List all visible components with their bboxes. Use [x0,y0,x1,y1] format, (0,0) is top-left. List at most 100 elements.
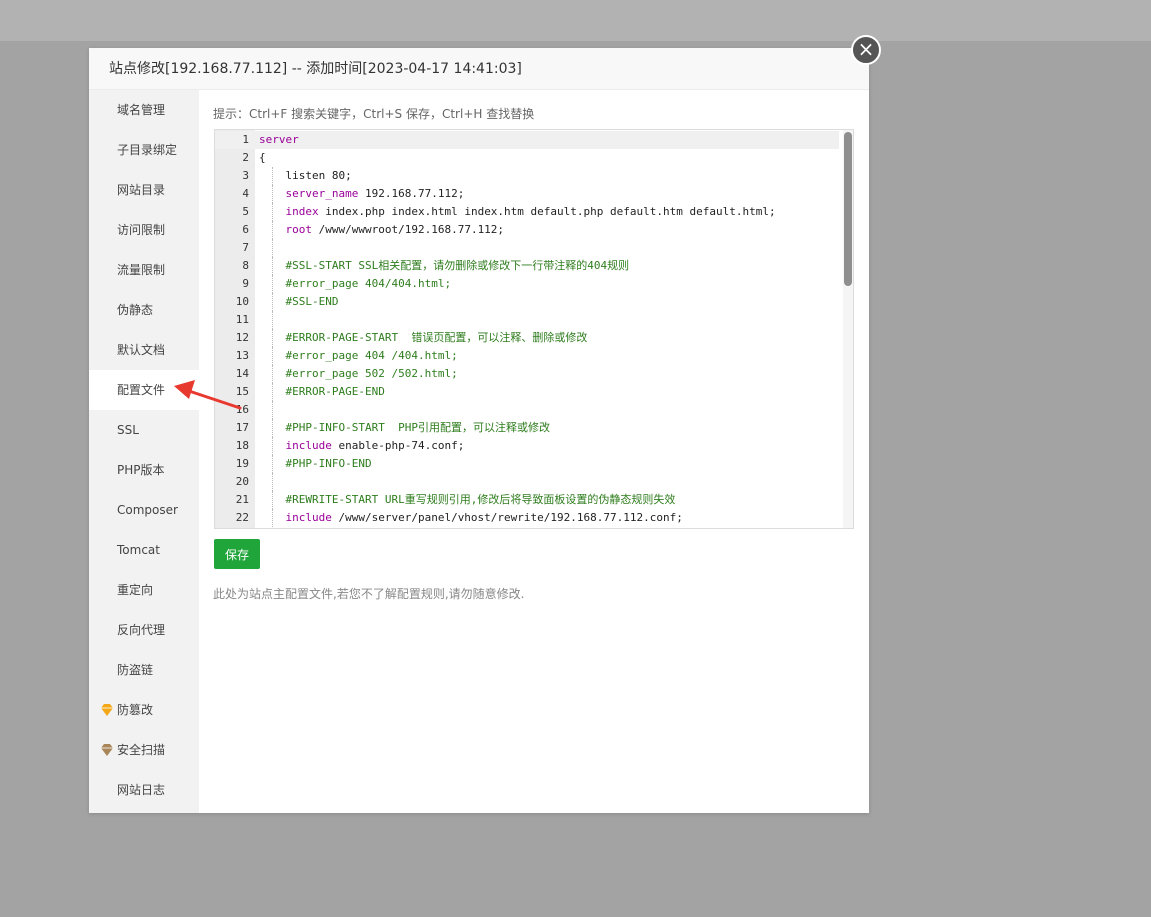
code-line[interactable]: 14 #error_page 502 /502.html; [215,365,839,383]
indent-guide [272,275,273,293]
config-warning-note: 此处为站点主配置文件,若您不了解配置规则,请勿随意修改. [213,587,525,601]
code-line[interactable]: 10 #SSL-END [215,293,839,311]
line-number: 14 [235,367,249,380]
indent-guide [272,455,273,473]
code-comment: #SSL-END [285,295,339,308]
close-icon: × [857,37,875,61]
code-keyword: index [285,205,319,218]
sidebar-item-label: Composer [117,503,178,517]
code-text: #ERROR-PAGE-START 错误页配置，可以注释、删除或修改 [259,329,588,347]
line-number: 17 [235,421,249,434]
line-number: 2 [242,151,249,164]
sidebar-item[interactable]: 默认文档 [89,330,199,370]
code-token: /www/server/panel/vhost/rewrite/192.168.… [331,511,683,524]
code-line[interactable]: 20 [215,473,839,491]
sidebar-item-label: Tomcat [117,543,160,557]
code-token: /www/wwwroot/192.168.77.112; [312,223,505,236]
sidebar-item[interactable]: 网站日志 [89,770,199,810]
code-line[interactable]: 9 #error_page 404/404.html; [215,275,839,293]
code-editor[interactable]: 1 server 2{3 listen 80; 4 server_name 192.1… [214,129,854,529]
code-line[interactable]: 21 #REWRITE-START URL重写规则引用,修改后将导致面板设置的伪… [215,491,839,509]
sidebar-item[interactable]: 重定向 [89,570,199,610]
code-text: #ERROR-PAGE-END [259,383,385,401]
code-comment: #error_page 404 /404.html; [285,349,458,362]
line-number: 16 [235,403,249,416]
sidebar-item-label: 反向代理 [117,623,166,637]
sidebar-item-label: PHP版本 [117,463,165,477]
sidebar-item[interactable]: 防篡改 [89,690,199,730]
sidebar-item[interactable]: 域名管理 [89,90,199,130]
sidebar-item-label: 默认文档 [117,343,166,357]
code-line[interactable]: 6 root /www/wwwroot/192.168.77.112; [215,221,839,239]
line-number: 9 [242,277,249,290]
diamond-bronze-icon [101,744,113,756]
save-button[interactable]: 保存 [214,539,260,569]
editor-scrollbar[interactable] [843,130,853,528]
indent-guide [272,329,273,347]
sidebar-item[interactable]: Composer [89,490,199,530]
close-dialog-button[interactable]: × [851,35,881,65]
indent-guide [272,473,273,491]
line-number: 7 [242,241,249,254]
sidebar-item[interactable]: 安全扫描 [89,730,199,770]
code-comment: #error_page 502 /502.html; [285,367,458,380]
line-number: 5 [242,205,249,218]
code-line[interactable]: 3 listen 80; [215,167,839,185]
sidebar-item[interactable]: 流量限制 [89,250,199,290]
indent-guide [272,167,273,185]
settings-sidebar: 域名管理子目录绑定网站目录 访问限制流量限制伪静态默认文档配置文件 SSL PHP版本… [89,90,199,813]
code-keyword: include [285,439,332,452]
editor-tip: 提示：Ctrl+F 搜索关键字，Ctrl+S 保存，Ctrl+H 查找替换 [213,107,535,121]
indent-guide [272,185,273,203]
sidebar-item[interactable]: 反向代理 [89,610,199,650]
code-line[interactable]: 11 [215,311,839,329]
sidebar-item[interactable]: PHP版本 [89,450,199,490]
sidebar-item-label: 域名管理 [117,103,166,117]
indent-guide [272,365,273,383]
code-line[interactable]: 2{ [215,149,839,167]
code-line[interactable]: 13 #error_page 404 /404.html; [215,347,839,365]
code-line[interactable]: 1 server [215,131,839,149]
dialog-title: 站点修改[192.168.77.112] -- 添加时间[2023-04-17 … [89,48,869,90]
config-file-panel: 提示：Ctrl+F 搜索关键字，Ctrl+S 保存，Ctrl+H 查找替换 1s… [199,90,869,813]
sidebar-item[interactable]: 防盗链 [89,650,199,690]
code-line[interactable]: 16 [215,401,839,419]
indent-guide [272,491,273,509]
code-line[interactable]: 17 #PHP-INFO-START PHP引用配置，可以注释或修改 [215,419,839,437]
editor-scroll-thumb[interactable] [844,132,852,286]
code-comment: #REWRITE-START URL重写规则引用,修改后将导致面板设置的伪静态规… [285,493,676,506]
sidebar-item-label: 安全扫描 [117,743,166,757]
code-keyword: server [259,133,299,146]
line-number: 6 [242,223,249,236]
sidebar-item[interactable]: SSL [89,410,199,450]
indent-guide [272,257,273,275]
indent-guide [272,437,273,455]
code-line[interactable]: 18 include enable-php-74.conf; [215,437,839,455]
sidebar-item-label: 伪静态 [117,303,154,317]
sidebar-item[interactable]: 配置文件 [89,370,199,410]
line-number: 1 [242,133,249,146]
sidebar-item[interactable]: 网站目录 [89,170,199,210]
sidebar-item-label: 子目录绑定 [117,143,178,157]
code-comment: #PHP-INFO-END [285,457,372,470]
sidebar-item[interactable]: 子目录绑定 [89,130,199,170]
code-text: index index.php index.html index.htm def… [259,203,776,221]
sidebar-item[interactable]: 访问限制 [89,210,199,250]
code-line[interactable]: 5 index index.php index.html index.htm d… [215,203,839,221]
code-line[interactable]: 22 include /www/server/panel/vhost/rewri… [215,509,839,527]
code-line[interactable]: 15 #ERROR-PAGE-END [215,383,839,401]
line-number: 10 [235,295,249,308]
line-number: 21 [235,493,249,506]
code-line[interactable]: 4 server_name 192.168.77.112; [215,185,839,203]
code-text: #error_page 404/404.html; [259,275,452,293]
sidebar-item[interactable]: 伪静态 [89,290,199,330]
code-text: #error_page 404 /404.html; [259,347,458,365]
line-number: 20 [235,475,249,488]
code-line[interactable]: 12 #ERROR-PAGE-START 错误页配置，可以注释、删除或修改 [215,329,839,347]
sidebar-item[interactable]: Tomcat [89,530,199,570]
code-line[interactable]: 8 #SSL-START SSL相关配置，请勿删除或修改下一行带注释的404规则 [215,257,839,275]
code-line[interactable]: 19 #PHP-INFO-END [215,455,839,473]
code-line[interactable]: 7 [215,239,839,257]
sidebar-item-label: 流量限制 [117,263,166,277]
line-number: 8 [242,259,249,272]
